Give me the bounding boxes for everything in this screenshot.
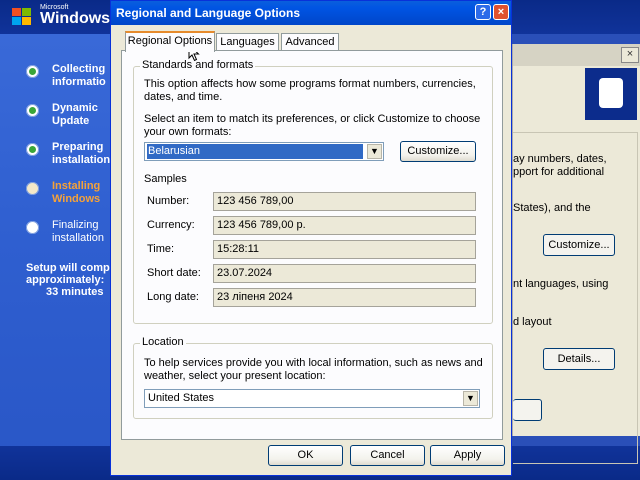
setup-step-label: Installing Windows: [52, 180, 101, 205]
sample-time-label: Time:: [147, 243, 175, 255]
chevron-down-icon[interactable]: ▼: [463, 391, 478, 406]
logo-windows-text: Windows: [40, 10, 111, 27]
background-text: pport for additional: [513, 166, 605, 178]
sample-number-value: 123 456 789,00: [213, 192, 476, 211]
location-group-title: Location: [140, 336, 186, 348]
standards-description: This option affects how some programs fo…: [144, 78, 476, 90]
sample-currency-value: 123 456 789,00 р.: [213, 216, 476, 235]
help-icon[interactable]: ?: [475, 4, 491, 20]
dialog-titlebar[interactable]: Regional and Language Options ? ×: [111, 1, 511, 25]
customize-button[interactable]: Customize...: [400, 141, 476, 162]
dialog-title: Regional and Language Options: [116, 6, 301, 20]
standards-instruction: Select an item to match its preferences,…: [144, 113, 481, 125]
sample-time-value: 15:28:11: [213, 240, 476, 259]
sample-currency-label: Currency:: [147, 219, 195, 231]
location-description: weather, select your present location:: [144, 370, 326, 382]
location-selected-value: United States: [148, 392, 215, 404]
ok-button[interactable]: OK: [268, 445, 343, 466]
regional-language-dialog: Regional and Language Options ? × Region…: [110, 0, 512, 476]
tab-languages[interactable]: Languages: [216, 33, 279, 51]
apply-button[interactable]: Apply: [430, 445, 505, 466]
background-details-button[interactable]: Details...: [543, 348, 615, 370]
sample-short-date-value: 23.07.2024: [213, 264, 476, 283]
sample-short-date-label: Short date:: [147, 267, 201, 279]
close-icon[interactable]: ×: [493, 4, 509, 20]
sample-long-date-value: 23 ліпеня 2024: [213, 288, 476, 307]
standards-description: dates, and time.: [144, 91, 223, 103]
setup-step-dynamic-update: Dynamic Update: [26, 101, 112, 131]
setup-step-collecting: Collecting informatio: [26, 62, 112, 92]
tab-advanced[interactable]: Advanced: [281, 33, 339, 51]
step-done-icon: [26, 143, 39, 156]
location-group: Location To help services provide you wi…: [133, 336, 493, 419]
regional-settings-icon: [585, 68, 637, 120]
cancel-button[interactable]: Cancel: [350, 445, 425, 466]
background-text: nt languages, using: [513, 278, 609, 290]
setup-step-preparing: Preparing installation: [26, 140, 112, 170]
setup-step-installing: Installing Windows: [26, 179, 112, 209]
standards-and-formats-group: Standards and formats This option affect…: [133, 59, 493, 324]
regional-options-panel: Standards and formats This option affect…: [121, 50, 503, 440]
background-text: States), and the: [513, 202, 591, 214]
background-dialog: × ay numbers, dates, pport for additiona…: [512, 44, 640, 464]
location-select[interactable]: United States ▼: [144, 389, 480, 408]
setup-step-label: Collecting informatio: [52, 63, 106, 88]
eta-line: Setup will comp: [26, 262, 110, 274]
sample-number-label: Number:: [147, 195, 190, 207]
background-text: d layout: [513, 316, 552, 328]
step-active-icon: [26, 182, 39, 195]
background-close-icon[interactable]: ×: [621, 47, 639, 63]
step-done-icon: [26, 65, 39, 78]
setup-step-label: Finalizing installation: [52, 219, 104, 244]
standards-instruction: your own formats:: [144, 126, 232, 138]
location-description: To help services provide you with local …: [144, 357, 483, 369]
format-selected-value: Belarusian: [147, 144, 363, 159]
setup-step-label: Dynamic Update: [52, 102, 98, 127]
setup-step-label: Preparing installation: [52, 141, 111, 166]
windows-flag-icon: [12, 8, 34, 28]
step-pending-icon: [26, 221, 39, 234]
samples-label: Samples: [144, 173, 187, 185]
tab-regional-options[interactable]: Regional Options: [125, 31, 215, 52]
format-select[interactable]: Belarusian ▼: [144, 142, 384, 161]
setup-time-remaining: Setup will comp approximately: 33 minute…: [26, 262, 112, 298]
setup-step-finalizing: Finalizing installation: [26, 218, 112, 248]
background-apply-button[interactable]: [513, 399, 542, 421]
chevron-down-icon[interactable]: ▼: [367, 144, 382, 159]
background-customize-button[interactable]: Customize...: [543, 234, 615, 256]
step-done-icon: [26, 104, 39, 117]
sample-long-date-label: Long date:: [147, 291, 199, 303]
background-text: ay numbers, dates,: [513, 153, 607, 165]
eta-line: approximately:: [26, 274, 105, 286]
eta-line: 33 minutes: [46, 286, 104, 298]
